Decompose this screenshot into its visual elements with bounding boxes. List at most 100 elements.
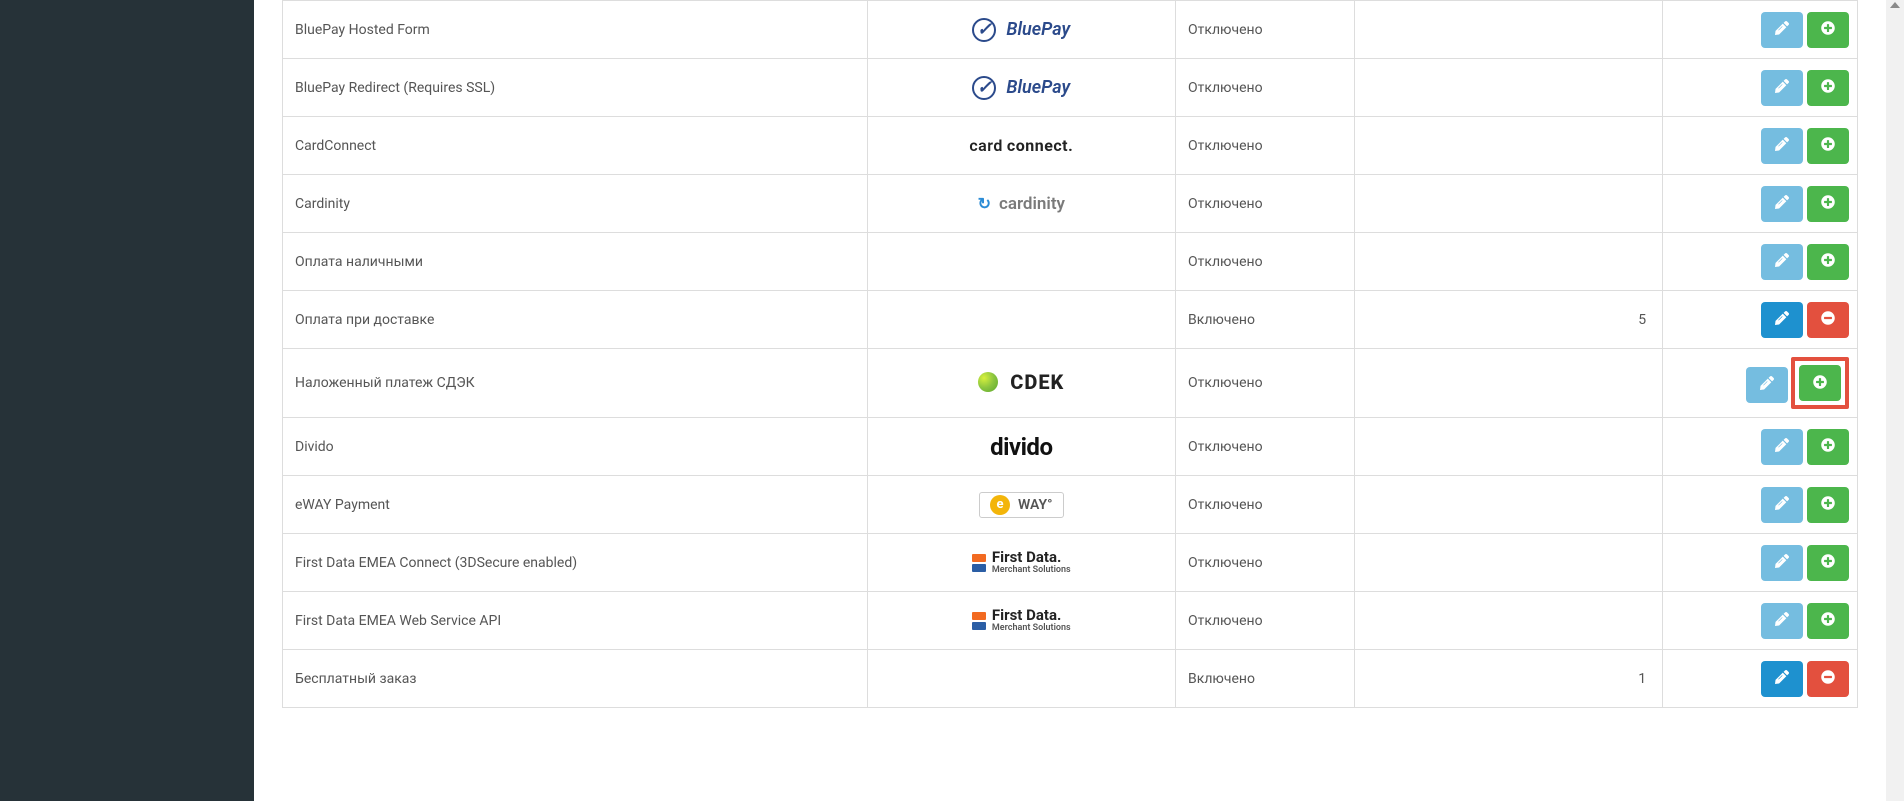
main-content: BluePay Hosted Form✓BluePayОтключеноBlue…	[254, 0, 1886, 801]
edit-button[interactable]	[1761, 302, 1803, 338]
table-row: BluePay Redirect (Requires SSL)✓BluePayО…	[283, 59, 1858, 117]
plus-circle-icon	[1821, 195, 1835, 212]
pencil-icon	[1760, 376, 1774, 393]
payment-sort-cell	[1354, 175, 1663, 233]
plus-circle-icon	[1821, 21, 1835, 38]
highlighted-install	[1791, 357, 1849, 409]
payment-status-cell: Отключено	[1176, 476, 1355, 534]
edit-button[interactable]	[1761, 244, 1803, 280]
install-button[interactable]	[1807, 186, 1849, 222]
payment-actions-cell	[1663, 476, 1858, 534]
payment-logo-cell: ✓BluePay	[867, 59, 1176, 117]
payment-logo-cell: eWAY°	[867, 476, 1176, 534]
uninstall-button[interactable]	[1807, 302, 1849, 338]
payment-actions-cell	[1663, 233, 1858, 291]
edit-button[interactable]	[1761, 487, 1803, 523]
payment-logo-cell	[867, 291, 1176, 349]
payment-name-cell: BluePay Redirect (Requires SSL)	[283, 59, 868, 117]
table-row: Бесплатный заказВключено1	[283, 650, 1858, 708]
payment-status-cell: Включено	[1176, 650, 1355, 708]
edit-button[interactable]	[1761, 545, 1803, 581]
logo-cardconnect: cardconnect.	[969, 136, 1073, 155]
payment-sort-cell: 5	[1354, 291, 1663, 349]
pencil-icon	[1775, 21, 1789, 38]
payment-actions-cell	[1663, 650, 1858, 708]
payment-actions-cell	[1663, 349, 1858, 418]
logo-text: card	[969, 136, 1003, 155]
logo-text: BluePay	[1006, 19, 1070, 40]
payment-name-cell: Cardinity	[283, 175, 868, 233]
edit-button[interactable]	[1761, 603, 1803, 639]
logo-text: cardinity	[999, 194, 1065, 214]
plus-circle-icon	[1821, 496, 1835, 513]
pencil-icon	[1775, 311, 1789, 328]
edit-button[interactable]	[1761, 128, 1803, 164]
payment-status-cell: Отключено	[1176, 349, 1355, 418]
logo-text: CDEK	[1010, 370, 1064, 394]
payment-logo-cell: CDEK	[867, 349, 1176, 418]
install-button[interactable]	[1807, 545, 1849, 581]
payment-actions-cell	[1663, 534, 1858, 592]
payment-status-cell: Отключено	[1176, 1, 1355, 59]
edit-button[interactable]	[1761, 429, 1803, 465]
edit-button[interactable]	[1761, 12, 1803, 48]
payment-status-cell: Включено	[1176, 291, 1355, 349]
pencil-icon	[1775, 195, 1789, 212]
payment-sort-cell	[1354, 1, 1663, 59]
payment-sort-cell	[1354, 349, 1663, 418]
scroll-up-arrow-icon[interactable]	[1890, 2, 1900, 8]
table-row: BluePay Hosted Form ✓BluePay Отключено	[283, 1, 1858, 59]
pencil-icon	[1775, 137, 1789, 154]
logo-bluepay: ✓BluePay	[972, 18, 1070, 42]
payment-name-cell: Бесплатный заказ	[283, 650, 868, 708]
install-button[interactable]	[1807, 12, 1849, 48]
edit-button[interactable]	[1746, 367, 1788, 403]
pencil-icon	[1775, 554, 1789, 571]
payment-sort-cell	[1354, 476, 1663, 534]
logo-firstdata: First Data.Merchant Solutions	[972, 608, 1071, 633]
table-row: CardConnectcardconnect.Отключено	[283, 117, 1858, 175]
edit-button[interactable]	[1761, 661, 1803, 697]
sidebar	[0, 0, 254, 801]
pencil-icon	[1775, 253, 1789, 270]
logo-text: connect.	[1007, 136, 1073, 155]
payment-sort-cell	[1354, 117, 1663, 175]
logo-bluepay: ✓BluePay	[972, 76, 1070, 100]
logo-text: WAY°	[1018, 497, 1053, 513]
install-button[interactable]	[1807, 128, 1849, 164]
plus-circle-icon	[1821, 612, 1835, 629]
table-row: First Data EMEA Web Service API First Dat…	[283, 592, 1858, 650]
install-button[interactable]	[1807, 603, 1849, 639]
payment-logo-cell: First Data.Merchant Solutions	[867, 592, 1176, 650]
payment-actions-cell	[1663, 418, 1858, 476]
payment-name-cell: Наложенный платеж СДЭК	[283, 349, 868, 418]
logo-firstdata: First Data.Merchant Solutions	[972, 550, 1071, 575]
table-row: eWAY PaymenteWAY°Отключено	[283, 476, 1858, 534]
payment-name-cell: BluePay Hosted Form	[283, 1, 868, 59]
vertical-scrollbar[interactable]	[1886, 0, 1904, 801]
edit-button[interactable]	[1761, 70, 1803, 106]
payment-status-cell: Отключено	[1176, 233, 1355, 291]
install-button[interactable]	[1799, 365, 1841, 401]
table-row: DividodividoОтключено	[283, 418, 1858, 476]
payment-name-cell: Оплата наличными	[283, 233, 868, 291]
payment-methods-table: BluePay Hosted Form✓BluePayОтключеноBlue…	[282, 0, 1858, 708]
payment-sort-cell	[1354, 233, 1663, 291]
logo-eway: eWAY°	[979, 492, 1064, 518]
payment-sort-cell	[1354, 418, 1663, 476]
install-button[interactable]	[1807, 70, 1849, 106]
payment-logo-cell: cardconnect.	[867, 117, 1176, 175]
plus-circle-icon	[1813, 375, 1827, 392]
pencil-icon	[1775, 438, 1789, 455]
payment-logo-cell	[867, 233, 1176, 291]
payment-name-cell: First Data EMEA Web Service API	[283, 592, 868, 650]
payment-name-cell: Оплата при доставке	[283, 291, 868, 349]
edit-button[interactable]	[1761, 186, 1803, 222]
uninstall-button[interactable]	[1807, 661, 1849, 697]
minus-circle-icon	[1821, 311, 1835, 328]
install-button[interactable]	[1807, 429, 1849, 465]
install-button[interactable]	[1807, 487, 1849, 523]
logo-cdek: CDEK	[978, 370, 1064, 394]
install-button[interactable]	[1807, 244, 1849, 280]
logo-text: Merchant Solutions	[992, 566, 1071, 575]
